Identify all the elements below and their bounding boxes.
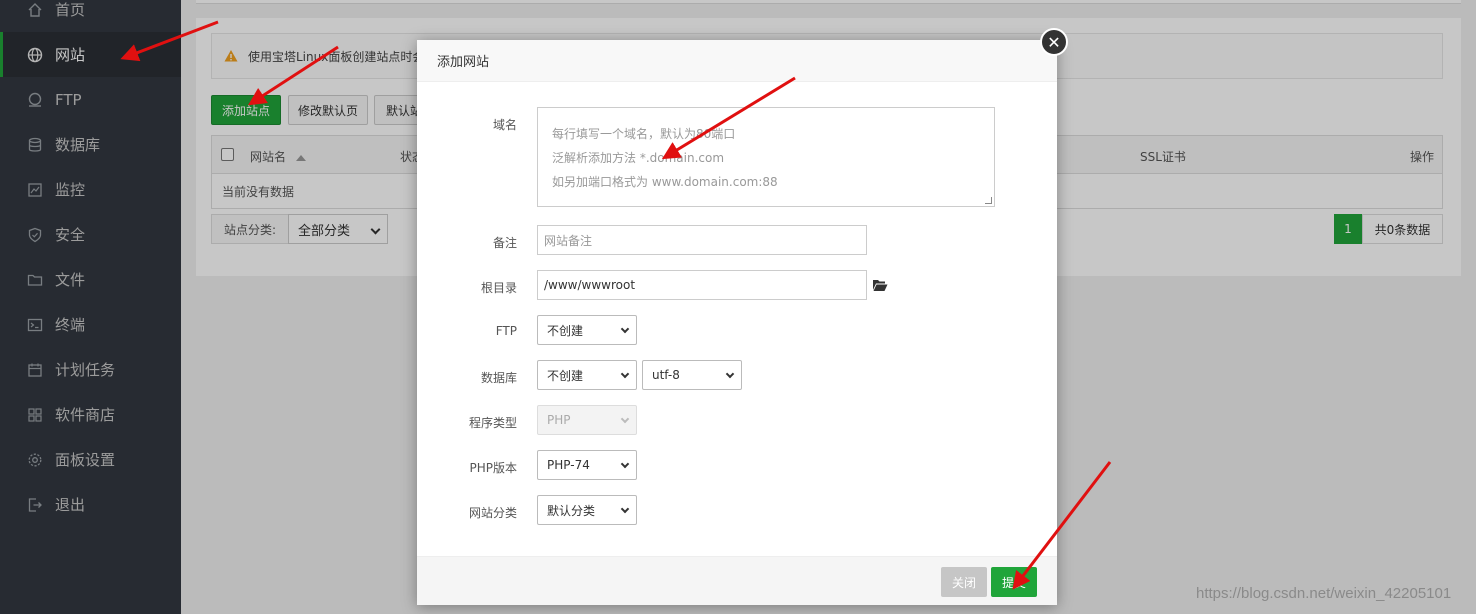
charset-select[interactable]: utf-8 <box>642 360 742 390</box>
domain-placeholder-line: 如另加端口格式为 www.domain.com:88 <box>552 175 778 189</box>
chevron-down-icon <box>620 369 630 379</box>
remark-label: 备注 <box>492 236 517 250</box>
database-select[interactable]: 不创建 <box>537 360 637 390</box>
close-button[interactable]: 关闭 <box>941 567 987 597</box>
chevron-down-icon <box>620 414 630 424</box>
site-category-select[interactable]: 默认分类 <box>537 495 637 525</box>
chevron-down-icon <box>725 369 735 379</box>
program-type-label: 程序类型 <box>468 416 517 430</box>
modal-title: 添加网站 <box>437 55 490 70</box>
ftp-select[interactable]: 不创建 <box>537 315 637 345</box>
root-dir-label: 根目录 <box>480 281 517 295</box>
domain-placeholder-line: 泛解析添加方法 *.domain.com <box>552 151 725 165</box>
submit-button[interactable]: 提交 <box>991 567 1037 597</box>
watermark: https://blog.csdn.net/weixin_42205101 <box>1196 585 1452 602</box>
domain-placeholder-line: 每行填写一个域名，默认为80端口 <box>552 127 736 141</box>
site-category-label: 网站分类 <box>468 506 517 520</box>
modal-header: 添加网站 <box>417 40 1057 82</box>
folder-open-icon[interactable] <box>872 278 888 292</box>
php-version-select[interactable]: PHP-74 <box>537 450 637 480</box>
add-site-modal: 添加网站 ✕ 域名 每行填写一个域名，默认为80端口 泛解析添加方法 *.dom… <box>417 28 1068 605</box>
chevron-down-icon <box>620 324 630 334</box>
database-label: 数据库 <box>480 371 517 385</box>
modal-footer: 关闭 提交 <box>417 556 1057 605</box>
program-type-select: PHP <box>537 405 637 435</box>
php-version-label: PHP版本 <box>469 461 518 475</box>
ftp-label: FTP <box>495 324 517 338</box>
chevron-down-icon <box>620 504 630 514</box>
root-dir-input[interactable]: /www/wwwroot <box>537 270 867 300</box>
domain-label: 域名 <box>492 118 517 132</box>
remark-input[interactable]: 网站备注 <box>537 225 867 255</box>
domain-textarea[interactable]: 每行填写一个域名，默认为80端口 泛解析添加方法 *.domain.com 如另… <box>537 107 995 207</box>
close-icon[interactable]: ✕ <box>1040 28 1068 56</box>
chevron-down-icon <box>620 459 630 469</box>
resize-grip-icon[interactable] <box>985 197 992 204</box>
